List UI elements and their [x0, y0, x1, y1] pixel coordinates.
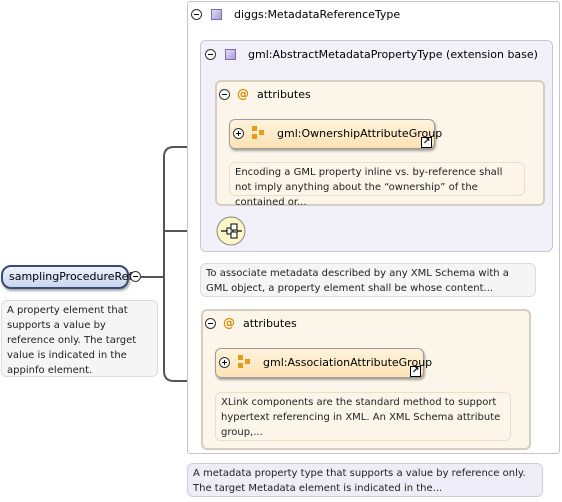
association-group-name: gml:AssociationAttributeGroup: [263, 356, 433, 369]
attribute-group-icon: [252, 126, 265, 139]
extension-name: gml:AbstractMetadataPropertyType (extens…: [248, 48, 538, 61]
complex-type-icon: [211, 9, 222, 20]
expand-association-group-icon[interactable]: [219, 357, 230, 368]
ownership-group-documentation: Encoding a GML property inline vs. by-re…: [229, 162, 525, 208]
association-group-documentation: XLink components are the standard method…: [215, 392, 511, 441]
type-name: diggs:MetadataReferenceType: [234, 8, 401, 21]
collapse-type-icon[interactable]: [191, 9, 202, 20]
attribute-icon: @: [237, 87, 249, 101]
collapse-extension-attributes-icon[interactable]: [219, 89, 230, 100]
type-documentation: A metadata property type that supports a…: [187, 463, 543, 497]
extension-attributes-label: attributes: [257, 88, 311, 101]
sequence-compositor-icon[interactable]: [216, 216, 246, 246]
root-element-name: samplingProcedureRef: [9, 270, 133, 283]
extension-documentation: To associate metadata described by any X…: [200, 263, 536, 297]
collapse-root-element-icon[interactable]: [130, 271, 141, 282]
reference-link-icon[interactable]: ↗: [410, 366, 421, 377]
attribute-icon: @: [223, 316, 235, 330]
root-element-documentation: A property element that supports a value…: [1, 300, 158, 377]
reference-link-icon[interactable]: ↗: [421, 137, 432, 148]
expand-ownership-group-icon[interactable]: [233, 128, 244, 139]
type-attributes-label: attributes: [243, 317, 297, 330]
collapse-type-attributes-icon[interactable]: [205, 318, 216, 329]
collapse-extension-icon[interactable]: [205, 49, 216, 60]
extension-type-icon: [225, 49, 236, 60]
ownership-group-name: gml:OwnershipAttributeGroup: [277, 127, 443, 140]
attribute-group-icon: [238, 355, 251, 368]
